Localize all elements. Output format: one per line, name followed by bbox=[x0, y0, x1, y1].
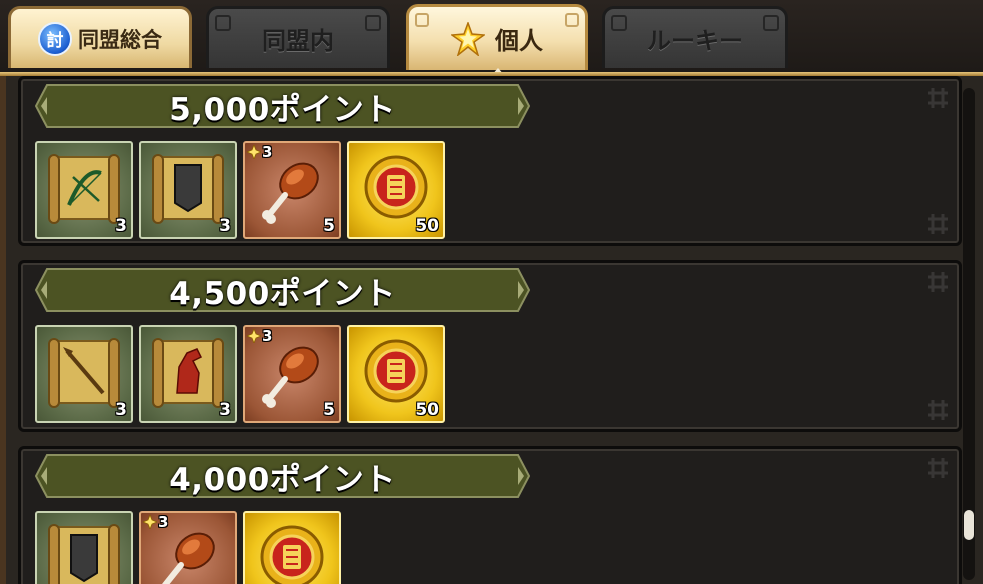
reward-item-coin[interactable] bbox=[243, 511, 341, 584]
reward-panel: 4,000ポイント 3 bbox=[18, 446, 962, 584]
reward-item-bow-scroll[interactable]: 3 bbox=[35, 141, 133, 239]
star-badge: 3 bbox=[143, 513, 168, 531]
sparkle-icon bbox=[143, 515, 157, 529]
reward-item-horse-scroll[interactable]: 3 bbox=[139, 325, 237, 423]
tab-alliance-overall[interactable]: 討 同盟総合 bbox=[8, 6, 192, 68]
corner-ornament bbox=[763, 15, 779, 31]
reward-items: 3 3 3 5 50 bbox=[35, 325, 445, 423]
reward-items: 3 bbox=[35, 511, 341, 584]
knot-ornament-icon bbox=[928, 272, 948, 292]
reward-item-coin[interactable]: 50 bbox=[347, 325, 445, 423]
tab-label: 個人 bbox=[495, 27, 543, 55]
tab-label: 同盟内 bbox=[262, 27, 334, 55]
knot-ornament-icon bbox=[928, 400, 948, 420]
item-quantity: 5 bbox=[323, 400, 335, 420]
sparkle-icon bbox=[247, 329, 261, 343]
corner-ornament bbox=[565, 13, 579, 27]
knot-ornament-icon bbox=[928, 88, 948, 108]
reward-items: 3 3 3 5 50 bbox=[35, 141, 445, 239]
scrollbar-track[interactable] bbox=[963, 88, 975, 580]
item-quantity: 3 bbox=[219, 400, 231, 420]
armor-scroll-icon bbox=[48, 524, 120, 584]
item-quantity: 50 bbox=[415, 400, 439, 420]
item-quantity: 50 bbox=[415, 216, 439, 236]
tab-label: 同盟総合 bbox=[78, 27, 162, 52]
sparkle-icon bbox=[247, 145, 261, 159]
star-badge: 3 bbox=[247, 143, 272, 161]
corner-ornament bbox=[215, 15, 231, 31]
blue-flame-badge-icon: 討 bbox=[38, 21, 72, 56]
star-badge: 3 bbox=[247, 327, 272, 345]
item-quantity: 3 bbox=[219, 216, 231, 236]
reward-panel: 5,000ポイント 3 3 3 5 50 bbox=[18, 76, 962, 246]
gold-coin-icon bbox=[260, 525, 324, 584]
star-count: 3 bbox=[262, 327, 273, 345]
points-label: 4,500ポイント bbox=[169, 275, 396, 312]
reward-item-meat[interactable]: 3 5 bbox=[243, 141, 341, 239]
star-count: 3 bbox=[262, 143, 273, 161]
knot-ornament-icon bbox=[928, 214, 948, 234]
reward-item-meat[interactable]: 3 bbox=[139, 511, 237, 584]
tab-bar: 討 同盟総合 同盟内 個人 ルーキー bbox=[0, 0, 983, 76]
corner-ornament bbox=[415, 13, 429, 27]
reward-item-armor-scroll[interactable]: 3 bbox=[139, 141, 237, 239]
points-banner: 5,000ポイント bbox=[35, 83, 530, 129]
sparkle-star-icon bbox=[451, 21, 485, 56]
scrollbar-thumb[interactable] bbox=[964, 510, 974, 540]
star-count: 3 bbox=[158, 513, 169, 531]
item-quantity: 3 bbox=[115, 216, 127, 236]
knot-ornament-icon bbox=[928, 458, 948, 478]
points-banner: 4,500ポイント bbox=[35, 267, 530, 313]
tab-personal[interactable]: 個人 bbox=[406, 4, 588, 70]
tab-label: ルーキー bbox=[647, 27, 743, 55]
reward-item-coin[interactable]: 50 bbox=[347, 141, 445, 239]
reward-list[interactable]: 5,000ポイント 3 3 3 5 50 4,500ポイント 3 3 3 5 5… bbox=[0, 76, 983, 584]
reward-item-meat[interactable]: 3 5 bbox=[243, 325, 341, 423]
reward-item-spear-scroll[interactable]: 3 bbox=[35, 325, 133, 423]
tab-rookie[interactable]: ルーキー bbox=[602, 6, 788, 68]
points-banner: 4,000ポイント bbox=[35, 453, 530, 499]
points-label: 5,000ポイント bbox=[169, 91, 396, 128]
reward-panel: 4,500ポイント 3 3 3 5 50 bbox=[18, 260, 962, 432]
corner-ornament bbox=[611, 15, 627, 31]
tab-alliance-internal[interactable]: 同盟内 bbox=[206, 6, 390, 68]
reward-item-armor-scroll[interactable] bbox=[35, 511, 133, 584]
points-label: 4,000ポイント bbox=[169, 461, 396, 498]
corner-ornament bbox=[365, 15, 381, 31]
item-quantity: 3 bbox=[115, 400, 127, 420]
item-quantity: 5 bbox=[323, 216, 335, 236]
